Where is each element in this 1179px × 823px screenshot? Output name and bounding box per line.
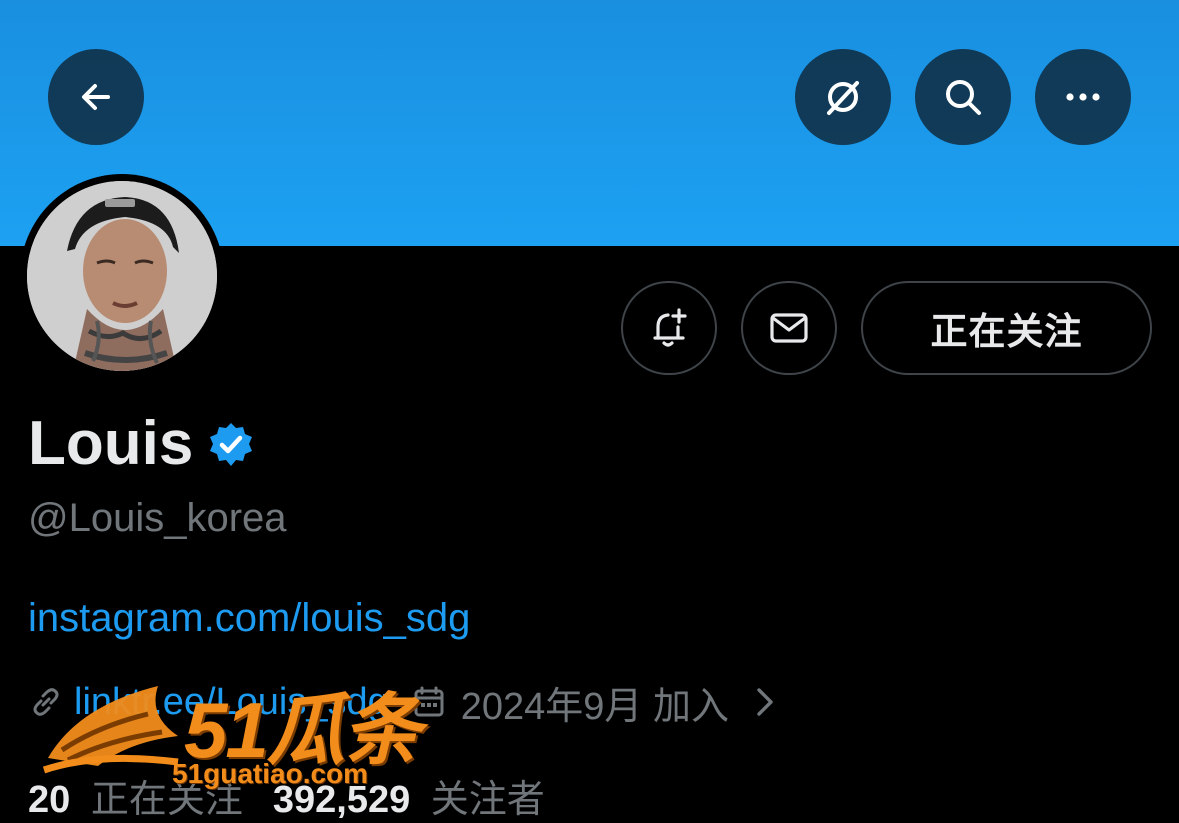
search-icon bbox=[946, 80, 981, 115]
profile-handle: @Louis_korea bbox=[28, 496, 287, 540]
grok-button[interactable] bbox=[795, 49, 891, 145]
grok-icon bbox=[827, 81, 859, 115]
back-button[interactable] bbox=[48, 49, 144, 145]
avatar-photo bbox=[27, 181, 217, 371]
watermark-url: 51guatiao.com bbox=[172, 758, 369, 789]
message-button[interactable] bbox=[741, 281, 837, 375]
envelope-icon bbox=[770, 313, 808, 343]
joined-date: 2024年9月 加入 bbox=[460, 685, 729, 728]
profile-name: Louis bbox=[28, 409, 194, 478]
avatar[interactable] bbox=[27, 181, 217, 371]
following-button[interactable]: 正在关注 bbox=[861, 281, 1152, 375]
avatar-frame[interactable] bbox=[20, 174, 224, 378]
verified-badge-icon bbox=[210, 423, 252, 466]
search-button[interactable] bbox=[915, 49, 1011, 145]
following-button-label: 正在关注 bbox=[930, 311, 1083, 352]
more-icon bbox=[1066, 93, 1100, 101]
more-button[interactable] bbox=[1035, 49, 1131, 145]
back-arrow-icon bbox=[82, 84, 110, 110]
notify-button[interactable] bbox=[621, 281, 717, 375]
chevron-right-icon[interactable] bbox=[747, 684, 783, 720]
bell-plus-icon bbox=[653, 308, 687, 347]
bio-instagram-link[interactable]: instagram.com/louis_sdg bbox=[28, 596, 470, 641]
